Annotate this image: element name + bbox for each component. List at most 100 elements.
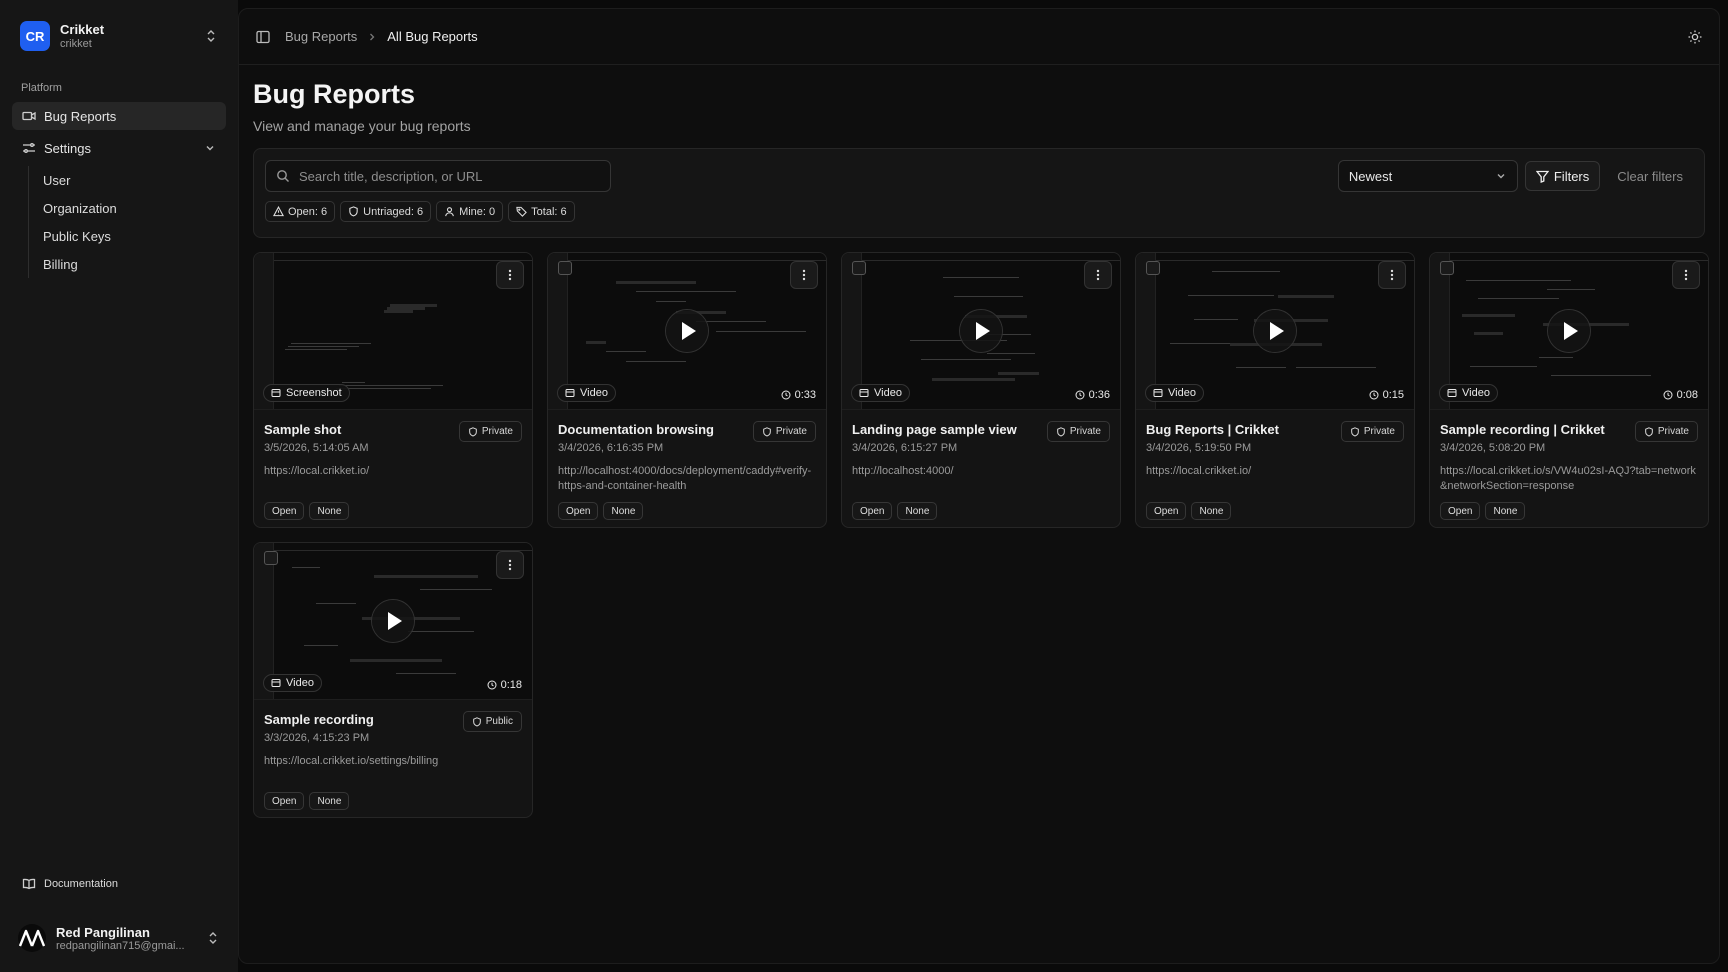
user-menu[interactable]: Red Pangilinan redpangilinan715@gmai... bbox=[12, 916, 226, 960]
visibility-badge: Public bbox=[462, 711, 522, 732]
priority-badge: None bbox=[1191, 502, 1232, 520]
report-title[interactable]: Sample recording bbox=[264, 712, 444, 727]
duration: 0:33 bbox=[781, 389, 816, 401]
report-url: https://local.crikket.io/s/VW4u02sI-AQJ?… bbox=[1440, 465, 1696, 492]
sidebar: CR Crikket crikket Platform Bug Reports … bbox=[0, 0, 238, 972]
more-menu-button[interactable] bbox=[1378, 261, 1406, 289]
report-title[interactable]: Sample recording | Crikket bbox=[1440, 422, 1620, 437]
thumbnail-content-line bbox=[1474, 332, 1503, 335]
settings-submenu: User Organization Public Keys Billing bbox=[28, 166, 226, 278]
breadcrumb-bug-reports[interactable]: Bug Reports bbox=[285, 29, 357, 44]
search-input[interactable] bbox=[299, 168, 600, 184]
more-menu-button[interactable] bbox=[496, 261, 524, 289]
status-badge: Open bbox=[558, 502, 599, 520]
report-card[interactable]: Screenshot Sample shot 3/5/2026, 5:14:05… bbox=[253, 252, 533, 528]
sidebar-subitem-user[interactable]: User bbox=[43, 166, 226, 194]
thumbnail-content-line bbox=[304, 645, 338, 646]
more-vertical-icon bbox=[508, 269, 512, 281]
page-subtitle: View and manage your bug reports bbox=[253, 118, 471, 134]
thumbnail-content-line bbox=[1212, 271, 1280, 272]
report-card[interactable]: Video 0:08 Sample recording | Crikket 3/… bbox=[1429, 252, 1709, 528]
stat-mine: Mine: 0 bbox=[436, 201, 504, 222]
sidebar-item-settings[interactable]: Settings bbox=[12, 134, 226, 162]
more-menu-button[interactable] bbox=[1084, 261, 1112, 289]
report-title[interactable]: Sample shot bbox=[264, 422, 444, 437]
report-card[interactable]: Video 0:15 Bug Reports | Crikket 3/4/202… bbox=[1135, 252, 1415, 528]
more-menu-button[interactable] bbox=[1672, 261, 1700, 289]
sidebar-item-bug-reports[interactable]: Bug Reports bbox=[12, 102, 226, 130]
thumbnail-content-line bbox=[606, 351, 646, 352]
report-thumbnail[interactable]: Video 0:36 bbox=[842, 253, 1120, 410]
report-date: 3/3/2026, 4:15:23 PM bbox=[264, 732, 370, 744]
select-checkbox[interactable] bbox=[852, 261, 866, 275]
org-avatar: CR bbox=[20, 21, 50, 51]
thumbnail-content-line bbox=[656, 301, 686, 302]
sidebar-subitem-organization[interactable]: Organization bbox=[43, 194, 226, 222]
filters-button[interactable]: Filters bbox=[1524, 161, 1601, 191]
thumbnail-content-line bbox=[1551, 375, 1651, 376]
clear-filters-button[interactable]: Clear filters bbox=[1617, 169, 1683, 184]
main-panel: Bug Reports All Bug Reports Bug Reports … bbox=[238, 8, 1720, 964]
visibility-label: Private bbox=[1657, 426, 1689, 437]
search-box[interactable] bbox=[265, 160, 611, 192]
more-menu-button[interactable] bbox=[496, 551, 524, 579]
report-card[interactable]: Video 0:33 Documentation browsing 3/4/20… bbox=[547, 252, 827, 528]
thumbnail-content-line bbox=[1170, 343, 1232, 344]
thumbnail-content-line bbox=[921, 359, 1011, 360]
play-button[interactable] bbox=[960, 310, 1002, 352]
play-button[interactable] bbox=[1254, 310, 1296, 352]
stat-label: Open: 6 bbox=[288, 205, 328, 218]
breadcrumb: Bug Reports All Bug Reports bbox=[285, 29, 478, 44]
report-date: 3/4/2026, 6:16:35 PM bbox=[558, 442, 664, 454]
more-vertical-icon bbox=[1684, 269, 1688, 281]
select-checkbox[interactable] bbox=[558, 261, 572, 275]
video-icon bbox=[271, 679, 281, 687]
more-vertical-icon bbox=[1390, 269, 1394, 281]
thumbnail-header bbox=[1430, 253, 1708, 261]
sidebar-subitem-billing[interactable]: Billing bbox=[43, 250, 226, 278]
media-type-badge: Screenshot bbox=[263, 384, 350, 402]
report-thumbnail[interactable]: Screenshot bbox=[254, 253, 532, 410]
report-card[interactable]: Video 0:36 Landing page sample view 3/4/… bbox=[841, 252, 1121, 528]
more-vertical-icon bbox=[1096, 269, 1100, 281]
shield-icon bbox=[469, 426, 477, 437]
video-icon bbox=[859, 389, 869, 397]
thumbnail-content-line bbox=[716, 331, 806, 332]
report-thumbnail[interactable]: Video 0:08 bbox=[1430, 253, 1708, 410]
report-title[interactable]: Documentation browsing bbox=[558, 422, 738, 437]
sidebar-toggle-icon[interactable] bbox=[255, 29, 271, 45]
report-title[interactable]: Bug Reports | Crikket bbox=[1146, 422, 1326, 437]
thumbnail-content-line bbox=[636, 291, 736, 292]
status-badge: Open bbox=[264, 502, 305, 520]
thumbnail-content-line bbox=[1278, 295, 1334, 298]
report-thumbnail[interactable]: Video 0:33 bbox=[548, 253, 826, 410]
stat-total: Total: 6 bbox=[508, 201, 575, 222]
more-menu-button[interactable] bbox=[790, 261, 818, 289]
sidebar-subitem-public-keys[interactable]: Public Keys bbox=[43, 222, 226, 250]
play-button[interactable] bbox=[372, 600, 414, 642]
thumbnail-header bbox=[254, 253, 532, 261]
thumbnail-content-line bbox=[1194, 319, 1238, 320]
report-card[interactable]: Video 0:18 Sample recording 3/3/2026, 4:… bbox=[253, 542, 533, 818]
video-icon bbox=[565, 389, 575, 397]
select-checkbox[interactable] bbox=[1146, 261, 1160, 275]
report-title[interactable]: Landing page sample view bbox=[852, 422, 1032, 437]
thumbnail-content-line bbox=[420, 589, 492, 590]
select-checkbox[interactable] bbox=[1440, 261, 1454, 275]
sun-icon[interactable] bbox=[1687, 29, 1703, 45]
documentation-link[interactable]: Documentation bbox=[12, 870, 226, 898]
play-button[interactable] bbox=[666, 310, 708, 352]
report-url: https://local.crikket.io/ bbox=[264, 465, 370, 477]
play-button[interactable] bbox=[1548, 310, 1590, 352]
report-thumbnail[interactable]: Video 0:18 bbox=[254, 543, 532, 700]
report-date: 3/4/2026, 6:15:27 PM bbox=[852, 442, 958, 454]
report-grid: Screenshot Sample shot 3/5/2026, 5:14:05… bbox=[253, 252, 1709, 818]
select-checkbox[interactable] bbox=[264, 551, 278, 565]
avatar bbox=[18, 924, 46, 952]
org-switcher[interactable]: CR Crikket crikket bbox=[12, 12, 226, 60]
thumbnail-content-line bbox=[1296, 367, 1376, 368]
report-thumbnail[interactable]: Video 0:15 bbox=[1136, 253, 1414, 410]
chevrons-up-down-icon bbox=[207, 30, 215, 42]
sort-select[interactable]: Newest bbox=[1337, 160, 1518, 192]
report-date: 3/4/2026, 5:08:20 PM bbox=[1440, 442, 1546, 454]
